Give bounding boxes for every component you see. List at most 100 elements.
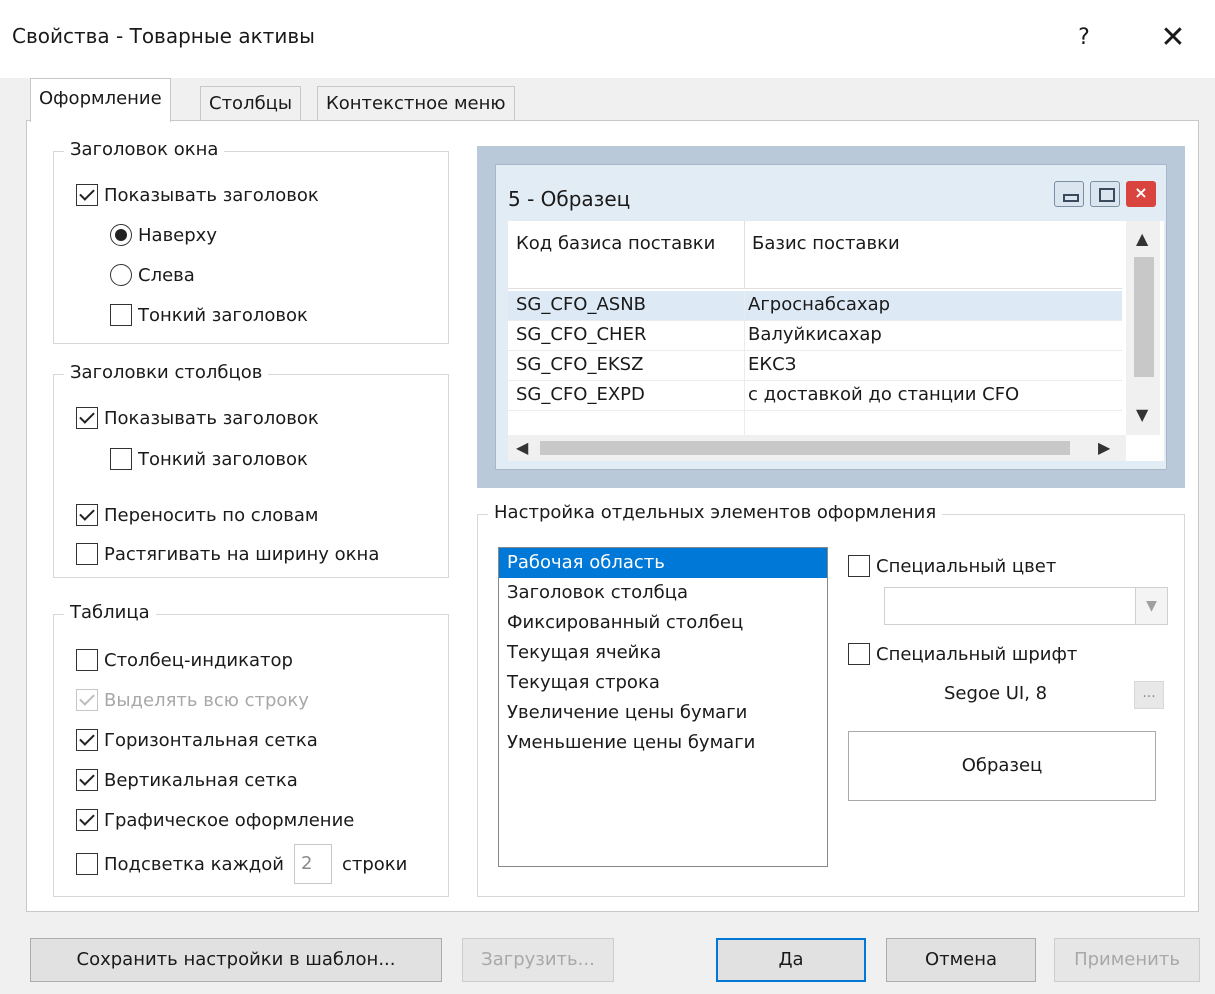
- close-icon: ×: [1126, 181, 1156, 207]
- checkbox-label: Показывать заголовок: [104, 184, 319, 206]
- checkbox-box: [76, 504, 98, 526]
- preview-window-title: 5 - Образец: [508, 187, 631, 211]
- cell-code: SG_CFO_ASNB: [516, 294, 647, 315]
- checkbox-label: Показывать заголовок: [104, 407, 319, 429]
- thin-window-header-checkbox[interactable]: Тонкий заголовок: [110, 302, 308, 328]
- close-button[interactable]: ✕: [1148, 18, 1198, 58]
- checkbox-label: Тонкий заголовок: [138, 304, 308, 326]
- checkbox-box: [76, 809, 98, 831]
- load-button[interactable]: Загрузить...: [462, 938, 614, 982]
- checkbox-label: Горизонтальная сетка: [104, 729, 318, 751]
- checkbox-label: Подсветка каждой: [104, 853, 284, 875]
- preview-window: 5 - Образец × Код базиса поставки Базис …: [495, 164, 1167, 470]
- table-group-title: Таблица: [64, 602, 156, 623]
- cell-name: Валуйкисахар: [748, 324, 882, 345]
- element-customization-group-title: Настройка отдельных элементов оформления: [488, 502, 943, 523]
- preview-vertical-scrollbar: ▲ ▼: [1126, 221, 1160, 435]
- table-row: SG_CFO_ASNB Агроснабсахар: [508, 291, 1122, 321]
- minimize-icon: [1054, 181, 1084, 207]
- cell-name: Агроснабсахар: [748, 294, 891, 315]
- scrollbar-thumb: [1134, 257, 1154, 377]
- ok-button[interactable]: Да: [716, 938, 866, 982]
- list-item[interactable]: Заголовок столбца: [499, 578, 827, 608]
- highlight-every-input[interactable]: 2: [293, 844, 332, 884]
- scroll-down-icon: ▼: [1136, 405, 1149, 424]
- special-font-checkbox[interactable]: Специальный шрифт: [848, 641, 1077, 667]
- scroll-left-icon: ◀: [516, 438, 529, 457]
- checkbox-box: [110, 304, 132, 326]
- checkbox-label: Переносить по словам: [104, 504, 319, 526]
- table-row: SG_CFO_EKSZ ЕКСЗ: [508, 351, 1122, 381]
- chevron-down-icon[interactable]: ▼: [1135, 588, 1167, 624]
- checkbox-label: Тонкий заголовок: [138, 448, 308, 470]
- thin-column-header-checkbox[interactable]: Тонкий заголовок: [110, 446, 308, 472]
- column-divider: [744, 351, 745, 381]
- scrollbar-thumb: [540, 441, 1070, 455]
- special-color-checkbox[interactable]: Специальный цвет: [848, 553, 1056, 579]
- sample-preview: Образец: [848, 731, 1156, 801]
- header-top-radio[interactable]: Наверху: [110, 222, 217, 248]
- design-elements-list[interactable]: Рабочая область Заголовок столбца Фиксир…: [498, 547, 828, 867]
- preview-column-header: Базис поставки: [752, 233, 900, 254]
- word-wrap-checkbox[interactable]: Переносить по словам: [76, 502, 318, 528]
- scroll-up-icon: ▲: [1136, 229, 1149, 248]
- highlight-every-suffix: строки: [341, 853, 408, 875]
- horizontal-grid-checkbox[interactable]: Горизонтальная сетка: [76, 727, 318, 753]
- checkbox-label: Специальный цвет: [876, 555, 1057, 577]
- title-bar: Свойства - Товарные активы ? ✕: [0, 0, 1215, 78]
- window-header-group: Заголовок окна Показывать заголовок Наве…: [53, 139, 449, 344]
- stretch-width-checkbox[interactable]: Растягивать на ширину окна: [76, 541, 379, 567]
- column-headers-group-title: Заголовки столбцов: [64, 362, 269, 383]
- checkbox-box: [76, 649, 98, 671]
- select-row-checkbox[interactable]: Выделять всю строку: [76, 687, 309, 713]
- checkbox-label: Столбец-индикатор: [104, 649, 293, 671]
- save-template-button[interactable]: Сохранить настройки в шаблон...: [30, 938, 442, 982]
- color-select[interactable]: ▼: [884, 587, 1168, 625]
- cell-code: SG_CFO_CHER: [516, 324, 647, 345]
- highlight-every-checkbox[interactable]: Подсветка каждой 2 строки: [76, 842, 407, 886]
- radio-circle: [110, 224, 132, 246]
- list-item[interactable]: Увеличение цены бумаги: [499, 698, 827, 728]
- preview-column-header: Код базиса поставки: [516, 233, 716, 254]
- checkbox-box: [76, 769, 98, 791]
- radio-label: Наверху: [138, 224, 217, 246]
- tab-panel-design: Заголовок окна Показывать заголовок Наве…: [26, 120, 1199, 912]
- cancel-button[interactable]: Отмена: [886, 938, 1036, 982]
- checkbox-box: [110, 448, 132, 470]
- preview-frame: 5 - Образец × Код базиса поставки Базис …: [477, 146, 1185, 488]
- indicator-column-checkbox[interactable]: Столбец-индикатор: [76, 647, 293, 673]
- list-item[interactable]: Текущая строка: [499, 668, 827, 698]
- column-divider: [744, 221, 745, 289]
- font-picker-button[interactable]: ...: [1134, 681, 1164, 709]
- header-left-radio[interactable]: Слева: [110, 262, 195, 288]
- table-row: SG_CFO_EXPD с доставкой до станции CFO: [508, 381, 1122, 411]
- list-item[interactable]: Рабочая область: [499, 548, 827, 578]
- vertical-grid-checkbox[interactable]: Вертикальная сетка: [76, 767, 298, 793]
- list-item[interactable]: Фиксированный столбец: [499, 608, 827, 638]
- checkbox-box: [76, 853, 98, 875]
- column-divider: [744, 321, 745, 351]
- checkbox-box: [76, 407, 98, 429]
- help-button[interactable]: ?: [1066, 18, 1102, 58]
- cell-name: ЕКСЗ: [748, 354, 797, 375]
- cell-code: SG_CFO_EKSZ: [516, 354, 644, 375]
- list-item[interactable]: Текущая ячейка: [499, 638, 827, 668]
- cell-code: SG_CFO_EXPD: [516, 384, 645, 405]
- checkbox-label: Графическое оформление: [104, 809, 355, 831]
- font-value: Segoe UI, 8: [944, 683, 1048, 704]
- tab-context-menu[interactable]: Контекстное меню: [317, 86, 515, 120]
- tab-design[interactable]: Оформление: [30, 78, 171, 122]
- radio-label: Слева: [138, 264, 195, 286]
- checkbox-box: [848, 555, 870, 577]
- show-window-header-checkbox[interactable]: Показывать заголовок: [76, 182, 319, 208]
- preview-grid: Код базиса поставки Базис поставки SG_CF…: [508, 221, 1164, 461]
- graphic-design-checkbox[interactable]: Графическое оформление: [76, 807, 354, 833]
- show-column-header-checkbox[interactable]: Показывать заголовок: [76, 405, 319, 431]
- checkbox-box: [76, 689, 98, 711]
- window-title: Свойства - Товарные активы: [12, 24, 315, 48]
- apply-button[interactable]: Применить: [1054, 938, 1200, 982]
- radio-circle: [110, 264, 132, 286]
- list-item[interactable]: Уменьшение цены бумаги: [499, 728, 827, 758]
- tab-columns[interactable]: Столбцы: [200, 86, 302, 120]
- checkbox-box: [76, 543, 98, 565]
